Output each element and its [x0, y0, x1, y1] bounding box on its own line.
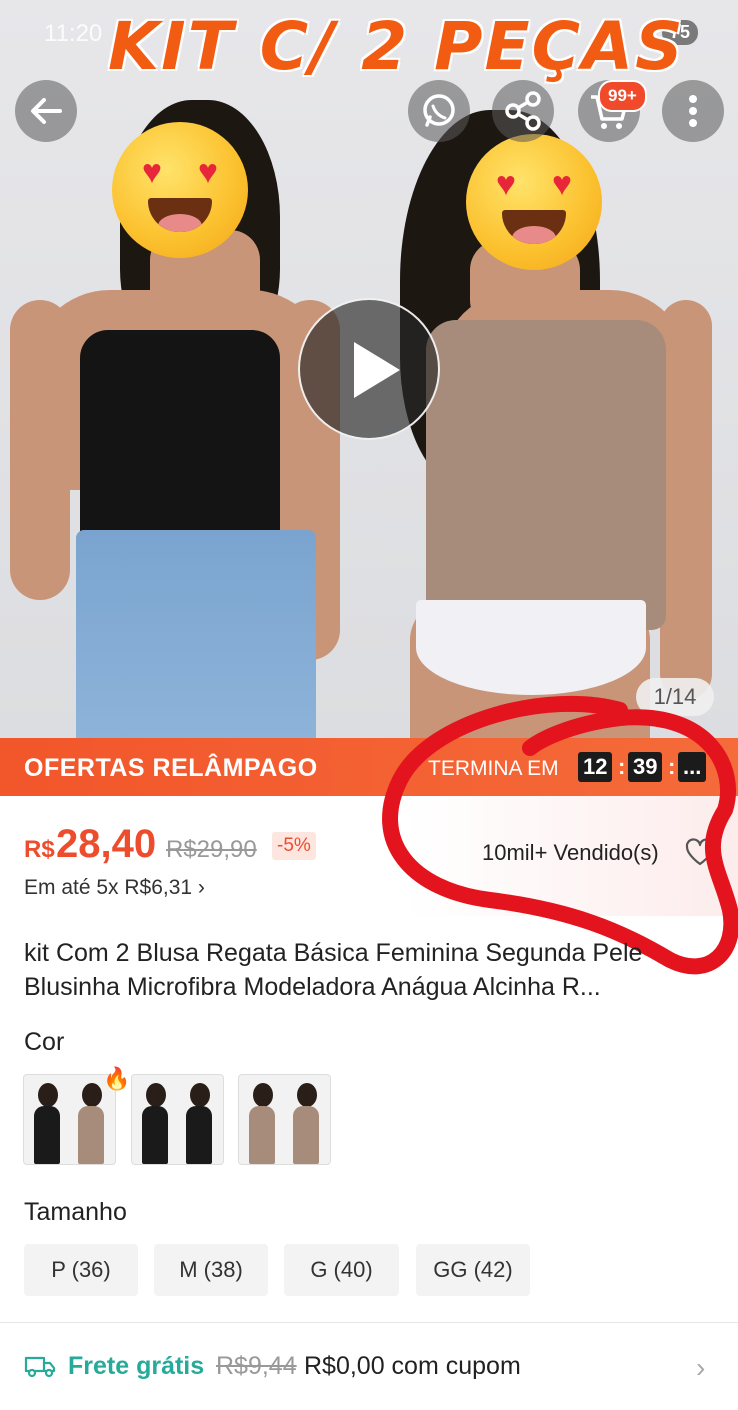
- color-label: Cor: [24, 1028, 65, 1056]
- sold-count: 10mil+ Vendido(s): [482, 840, 659, 865]
- cart-count-badge: 99+: [598, 80, 647, 112]
- hot-fire-icon: 🔥: [103, 1066, 131, 1091]
- shipping-new-price: R$0,00 com cupom: [304, 1352, 521, 1380]
- discount-badge: -5%: [272, 832, 316, 860]
- share-button[interactable]: [492, 80, 554, 142]
- overlay-promo-title: KIT C/ 2 PEÇAS: [108, 8, 685, 85]
- price-section: R$ 28,40 R$29,90 -5% Em até 5x R$6,31 › …: [0, 796, 738, 916]
- smiling-face-heart-eyes-icon: ♥ ♥: [466, 134, 602, 270]
- original-price: R$29,90: [166, 836, 257, 863]
- image-counter: 1/14: [636, 678, 714, 716]
- chevron-right-icon: ›: [696, 1352, 706, 1383]
- size-option-p[interactable]: P (36): [24, 1244, 138, 1296]
- truck-icon: [24, 1356, 56, 1378]
- shipping-old-price: R$9,44: [216, 1352, 297, 1380]
- more-options-button[interactable]: [662, 80, 724, 142]
- play-video-button[interactable]: [298, 298, 440, 440]
- color-option-black-black[interactable]: [131, 1074, 224, 1165]
- back-icon: [31, 98, 62, 124]
- free-shipping-label: Frete grátis: [68, 1352, 205, 1380]
- color-option-tan-tan[interactable]: [238, 1074, 331, 1165]
- size-option-gg[interactable]: GG (42): [416, 1244, 530, 1296]
- timer-hours: 12: [578, 752, 613, 782]
- status-time: 11:20: [44, 20, 103, 47]
- product-title: kit Com 2 Blusa Regata Básica Feminina S…: [24, 939, 643, 1001]
- smiling-face-heart-eyes-icon: ♥ ♥: [112, 122, 248, 258]
- current-price: 28,40: [56, 822, 157, 866]
- heart-icon[interactable]: [684, 836, 716, 868]
- flash-deal-bar: OFERTAS RELÂMPAGO TERMINA EM 12 : 39 : .…: [0, 738, 738, 796]
- size-option-g[interactable]: G (40): [284, 1244, 399, 1296]
- flash-ends-label: TERMINA EM: [428, 757, 559, 780]
- flash-deal-title: OFERTAS RELÂMPAGO: [24, 754, 318, 782]
- price-currency: R$: [24, 836, 55, 863]
- size-label: Tamanho: [24, 1198, 127, 1226]
- divider: [0, 1322, 738, 1323]
- installments-link[interactable]: Em até 5x R$6,31 ›: [24, 876, 205, 900]
- timer-seconds: ...: [678, 752, 707, 782]
- more-icon: [689, 95, 697, 127]
- back-button[interactable]: [15, 80, 77, 142]
- whatsapp-icon: [423, 94, 455, 127]
- whatsapp-button[interactable]: [408, 80, 470, 142]
- share-icon: [505, 91, 541, 131]
- play-icon: [354, 342, 400, 398]
- timer-minutes: 39: [628, 752, 663, 782]
- size-option-m[interactable]: M (38): [154, 1244, 268, 1296]
